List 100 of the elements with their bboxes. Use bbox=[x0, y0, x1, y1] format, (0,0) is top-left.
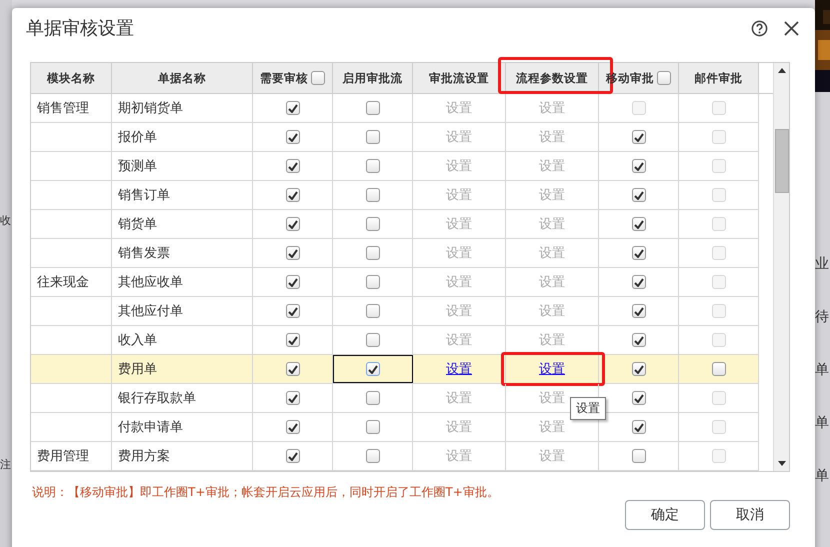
checkbox[interactable] bbox=[366, 333, 380, 347]
background-text: 待 bbox=[815, 308, 830, 327]
settings-link[interactable]: 设置 bbox=[446, 157, 472, 175]
checkbox[interactable] bbox=[632, 188, 646, 202]
background-text: 单 bbox=[815, 361, 830, 380]
checkbox[interactable] bbox=[286, 362, 300, 376]
checkbox[interactable] bbox=[366, 391, 380, 405]
checkmark-icon bbox=[288, 162, 298, 170]
checkbox[interactable] bbox=[366, 101, 380, 115]
checkbox[interactable] bbox=[712, 362, 726, 376]
table-cell-text: 预测单 bbox=[118, 158, 157, 175]
checkbox[interactable] bbox=[366, 420, 380, 434]
checkbox[interactable] bbox=[632, 333, 646, 347]
table-row[interactable]: 销售管理 期初销货单 设置 设置 bbox=[31, 94, 759, 123]
table-row[interactable]: 报价单 设置 设置 bbox=[31, 123, 759, 152]
settings-link[interactable]: 设置 bbox=[446, 360, 472, 378]
help-icon[interactable] bbox=[749, 18, 769, 38]
settings-link[interactable]: 设置 bbox=[446, 302, 472, 320]
checkbox[interactable] bbox=[632, 362, 646, 376]
checkbox[interactable] bbox=[366, 362, 380, 376]
settings-link[interactable]: 设置 bbox=[539, 157, 565, 175]
checkbox[interactable] bbox=[286, 275, 300, 289]
checkmark-icon bbox=[288, 452, 298, 460]
checkbox[interactable] bbox=[632, 304, 646, 318]
table-row[interactable]: 其他应付单 设置 设置 bbox=[31, 297, 759, 326]
table-row[interactable]: 往来现金 其他应收单 设置 设置 bbox=[31, 268, 759, 297]
scrollbar[interactable] bbox=[773, 63, 789, 471]
settings-link[interactable]: 设置 bbox=[446, 128, 472, 146]
settings-link[interactable]: 设置 bbox=[539, 99, 565, 117]
checkbox[interactable] bbox=[286, 304, 300, 318]
settings-link[interactable]: 设置 bbox=[446, 389, 472, 407]
settings-link[interactable]: 设置 bbox=[539, 128, 565, 146]
checkbox[interactable] bbox=[366, 449, 380, 463]
table-row[interactable]: 付款申请单 设置 设置 bbox=[31, 413, 759, 442]
settings-link[interactable]: 设置 bbox=[446, 273, 472, 291]
settings-link[interactable]: 设置 bbox=[539, 447, 565, 465]
settings-link[interactable]: 设置 bbox=[539, 331, 565, 349]
table-cell-text: 其他应付单 bbox=[118, 303, 183, 320]
checkbox[interactable] bbox=[366, 159, 380, 173]
settings-link[interactable]: 设置 bbox=[539, 389, 565, 407]
settings-link[interactable]: 设置 bbox=[539, 215, 565, 233]
checkbox[interactable] bbox=[632, 275, 646, 289]
table-row[interactable]: 预测单 设置 设置 bbox=[31, 152, 759, 181]
scrollbar-thumb[interactable] bbox=[774, 129, 789, 193]
table-row[interactable]: 销售订单 设置 设置 bbox=[31, 181, 759, 210]
settings-link[interactable]: 设置 bbox=[446, 99, 472, 117]
settings-link[interactable]: 设置 bbox=[539, 186, 565, 204]
settings-link[interactable]: 设置 bbox=[539, 360, 565, 378]
checkbox[interactable] bbox=[632, 246, 646, 260]
settings-link[interactable]: 设置 bbox=[446, 447, 472, 465]
checkbox[interactable] bbox=[286, 246, 300, 260]
checkbox[interactable] bbox=[366, 217, 380, 231]
table-row[interactable]: 销货单 设置 设置 bbox=[31, 210, 759, 239]
checkbox[interactable] bbox=[286, 159, 300, 173]
table-row[interactable]: 费用管理 费用方案 设置 设置 bbox=[31, 442, 759, 471]
checkbox[interactable] bbox=[286, 188, 300, 202]
table-cell-text: 销售管理 bbox=[37, 100, 89, 117]
checkbox[interactable] bbox=[366, 188, 380, 202]
checkbox[interactable] bbox=[286, 391, 300, 405]
table-cell-text: 收入单 bbox=[118, 332, 157, 349]
checkbox[interactable] bbox=[366, 246, 380, 260]
settings-link[interactable]: 设置 bbox=[446, 418, 472, 436]
settings-link[interactable]: 设置 bbox=[539, 244, 565, 262]
header-checkbox[interactable] bbox=[657, 71, 671, 85]
checkbox[interactable] bbox=[632, 130, 646, 144]
settings-link[interactable]: 设置 bbox=[446, 215, 472, 233]
settings-link[interactable]: 设置 bbox=[539, 418, 565, 436]
checkbox[interactable] bbox=[632, 420, 646, 434]
checkbox[interactable] bbox=[632, 217, 646, 231]
checkbox[interactable] bbox=[286, 333, 300, 347]
checkbox[interactable] bbox=[286, 101, 300, 115]
checkbox[interactable] bbox=[632, 391, 646, 405]
checkbox[interactable] bbox=[366, 130, 380, 144]
checkmark-icon bbox=[634, 132, 644, 142]
settings-link[interactable]: 设置 bbox=[446, 186, 472, 204]
settings-link[interactable]: 设置 bbox=[539, 302, 565, 320]
checkbox[interactable] bbox=[366, 304, 380, 318]
scroll-up-icon[interactable] bbox=[778, 68, 786, 73]
table-cell-text: 费用方案 bbox=[118, 448, 170, 465]
checkbox[interactable] bbox=[632, 449, 646, 463]
checkbox[interactable] bbox=[632, 159, 646, 173]
settings-link[interactable]: 设置 bbox=[446, 244, 472, 262]
cancel-button[interactable]: 取消 bbox=[710, 500, 790, 530]
checkmark-icon bbox=[288, 364, 298, 374]
ok-button[interactable]: 确定 bbox=[625, 500, 705, 530]
checkmark-icon bbox=[634, 364, 644, 374]
settings-link[interactable]: 设置 bbox=[446, 331, 472, 349]
checkbox[interactable] bbox=[286, 217, 300, 231]
scroll-down-icon[interactable] bbox=[778, 461, 786, 466]
header-checkbox[interactable] bbox=[311, 71, 325, 85]
checkbox[interactable] bbox=[286, 420, 300, 434]
checkmark-icon bbox=[288, 394, 298, 402]
checkbox[interactable] bbox=[286, 130, 300, 144]
checkbox[interactable] bbox=[286, 449, 300, 463]
checkbox[interactable] bbox=[366, 275, 380, 289]
table-row[interactable]: 收入单 设置 设置 bbox=[31, 326, 759, 355]
settings-link[interactable]: 设置 bbox=[539, 273, 565, 291]
table-cell-text: 销售订单 bbox=[118, 187, 170, 204]
dialog-title: 单据审核设置 bbox=[26, 17, 135, 40]
table-row[interactable]: 销售发票 设置 设置 bbox=[31, 239, 759, 268]
